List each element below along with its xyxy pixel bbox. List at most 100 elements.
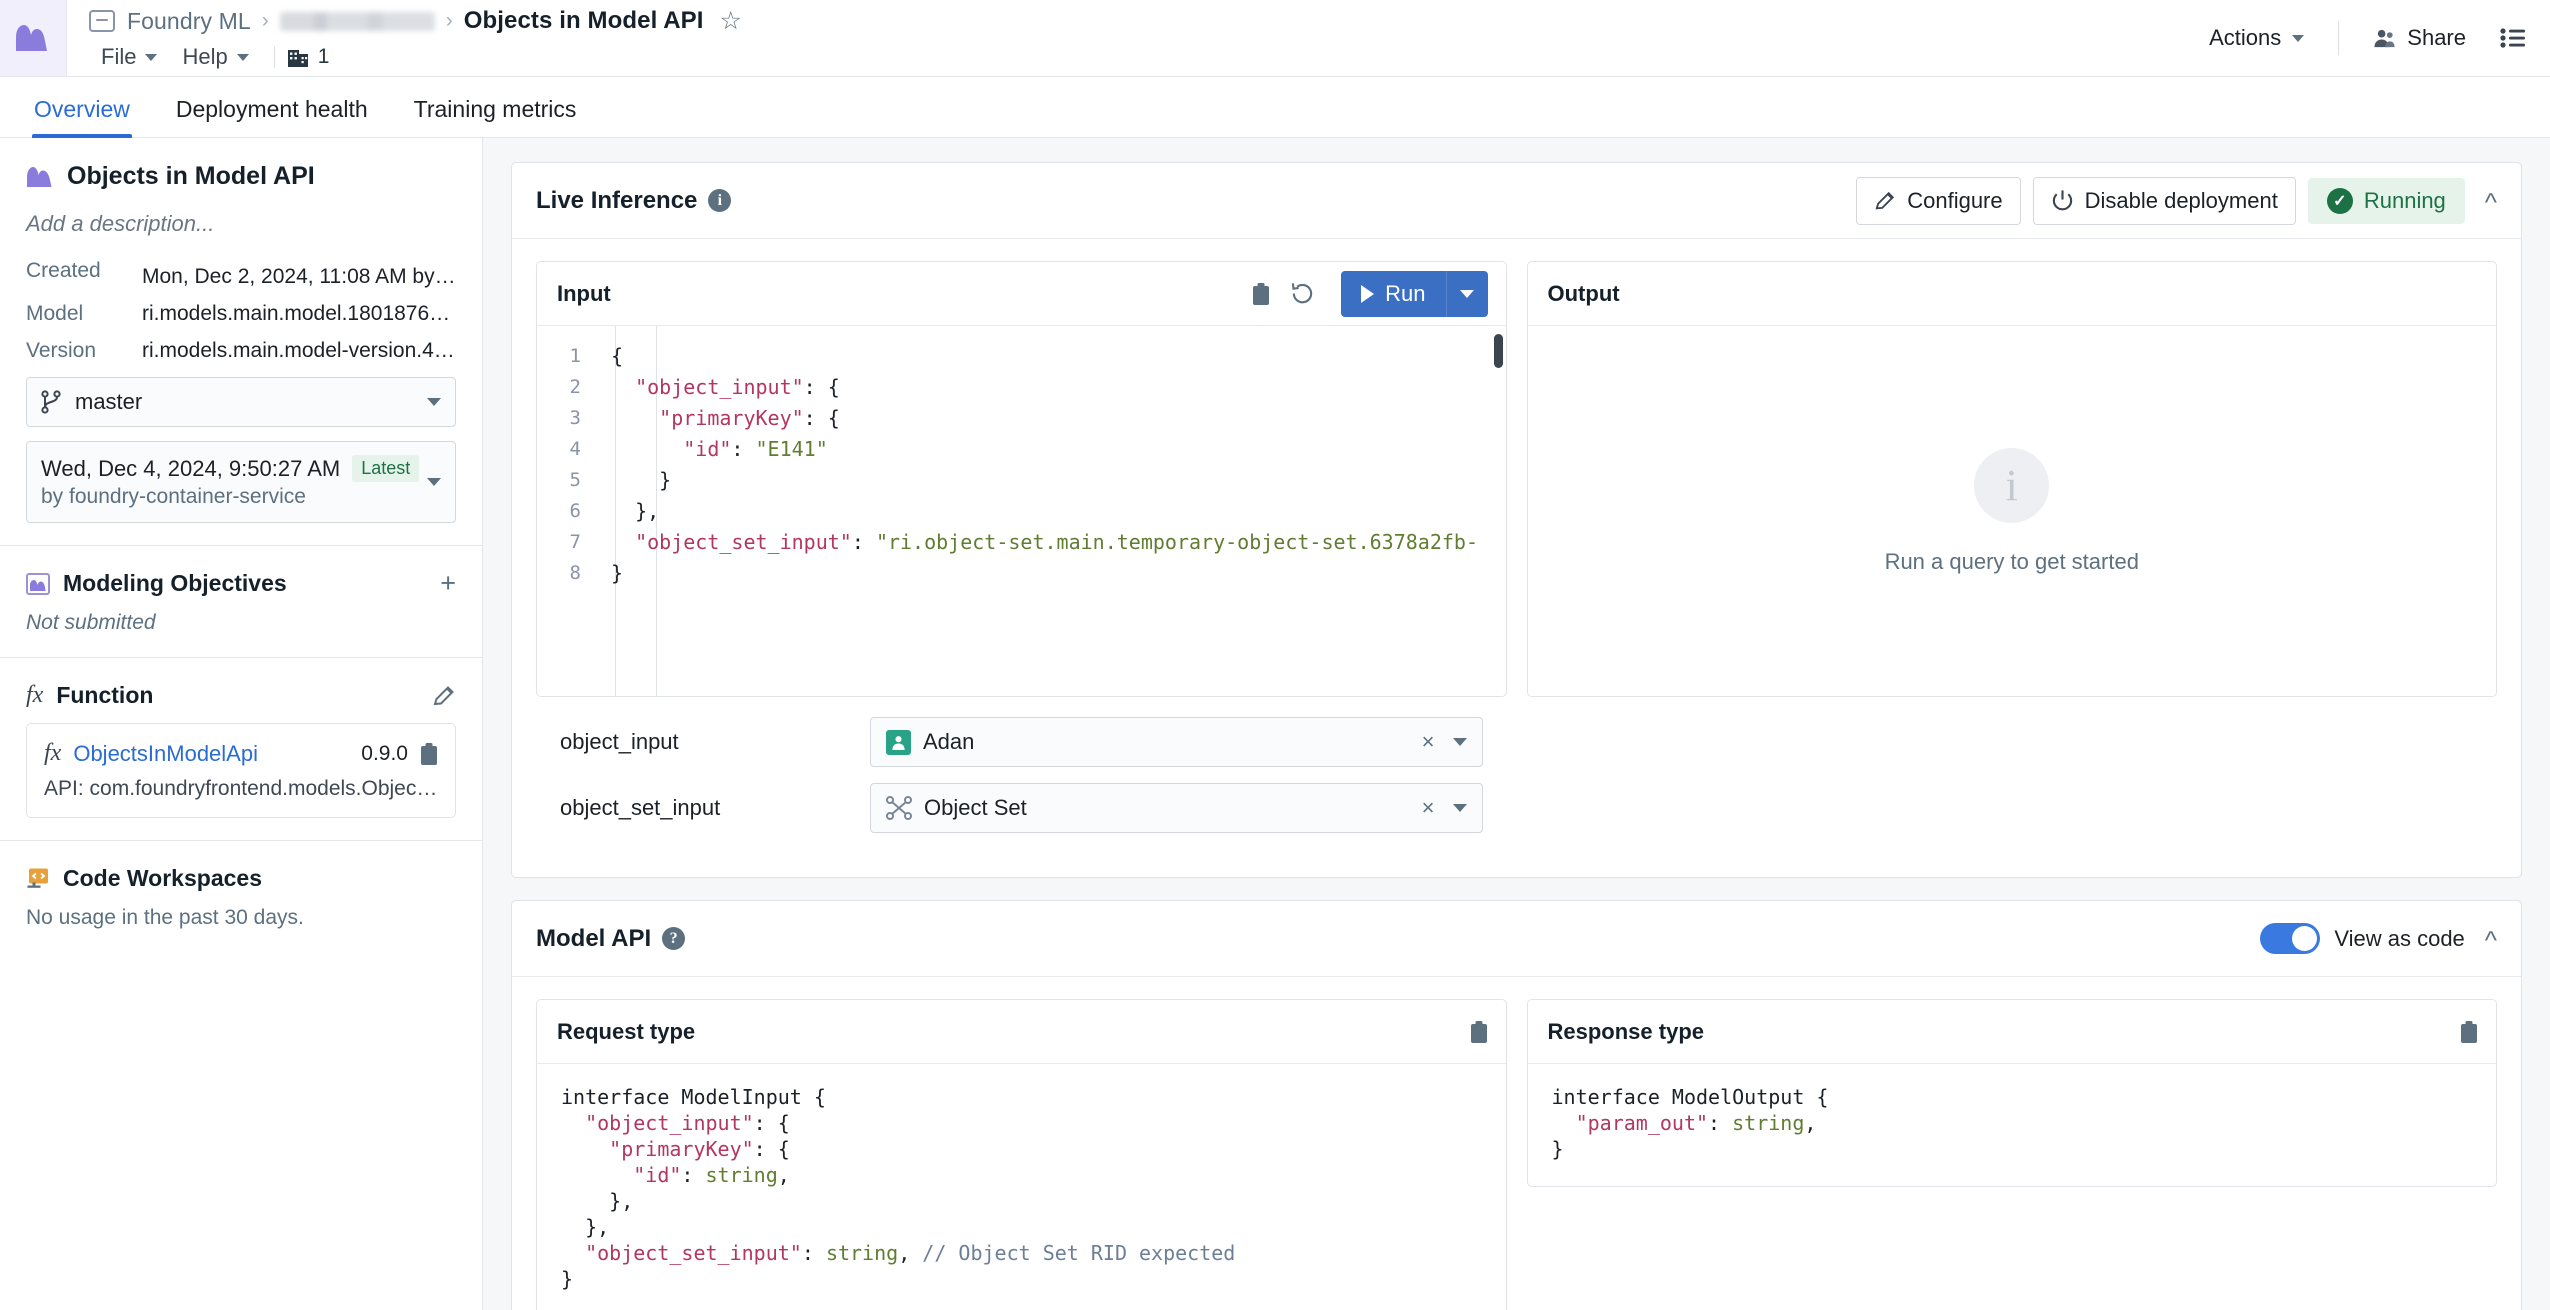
- output-empty-state: i Run a query to get started: [1528, 326, 2497, 696]
- clipboard-icon: [1470, 1020, 1487, 1043]
- power-icon: [2052, 190, 2072, 211]
- list-icon[interactable]: [2500, 27, 2526, 49]
- copy-response-type-button[interactable]: [2460, 1020, 2478, 1044]
- field-model-value: ri.models.main.model.18018768-ae9…: [142, 302, 456, 325]
- disable-deployment-button[interactable]: Disable deployment: [2032, 176, 2296, 225]
- pencil-icon[interactable]: [432, 684, 456, 708]
- model-api-title: Model API: [536, 924, 652, 952]
- clipboard-icon[interactable]: [420, 742, 438, 766]
- reset-icon: [1291, 283, 1313, 304]
- param-field-object-input[interactable]: Adan ×: [870, 717, 1483, 767]
- code-line: 3 "primaryKey": {: [537, 402, 1506, 433]
- chevron-up-icon[interactable]: ^: [2485, 189, 2497, 215]
- param-value-object-set-input: Object Set: [924, 795, 1027, 820]
- function-name-link[interactable]: ObjectsInModelApi: [73, 741, 349, 767]
- input-title: Input: [557, 280, 611, 306]
- play-icon: [1361, 284, 1375, 303]
- fx-icon: fx: [26, 682, 44, 708]
- disable-deployment-label: Disable deployment: [2084, 187, 2278, 213]
- run-button-group: Run: [1341, 270, 1488, 317]
- param-field-object-set-input[interactable]: Object Set ×: [870, 783, 1483, 833]
- person-glyph: [892, 735, 905, 750]
- menu-file[interactable]: File: [89, 41, 170, 73]
- actions-button[interactable]: Actions: [2193, 17, 2320, 59]
- sidebar-title-row: Objects in Model API: [26, 162, 456, 191]
- building-count-label: 1: [317, 45, 330, 68]
- input-column: Input Run 1 {2 "object_input": {3 "pri…: [536, 261, 1507, 853]
- version-author: by foundry-container-service: [41, 485, 306, 508]
- code-line: 8}: [537, 557, 1506, 588]
- status-badge[interactable]: ✓ Running: [2307, 177, 2465, 224]
- menu-help[interactable]: Help: [170, 41, 261, 73]
- clipboard-icon: [1253, 282, 1270, 305]
- line-number: 3: [569, 406, 581, 429]
- chevron-up-icon[interactable]: ^: [2485, 927, 2497, 953]
- add-modeling-objective-button[interactable]: +: [440, 570, 456, 597]
- inference-columns: Input Run 1 {2 "object_input": {3 "pri…: [536, 261, 2497, 853]
- app-logo[interactable]: [0, 0, 67, 76]
- field-version-key: Version: [26, 339, 97, 362]
- response-type-code: interface ModelOutput { "param_out": str…: [1528, 1064, 2497, 1186]
- copy-input-button[interactable]: [1252, 282, 1270, 306]
- run-button[interactable]: Run: [1341, 270, 1446, 317]
- line-number: 1: [569, 344, 581, 367]
- code-workspaces-status: No usage in the past 30 days.: [26, 906, 304, 929]
- fx-icon: fx: [44, 740, 62, 766]
- breadcrumb: Foundry ML › › Objects in Model API ☆: [89, 4, 2193, 38]
- breadcrumb-redacted-project[interactable]: [279, 11, 435, 31]
- input-code-editor[interactable]: 1{2 "object_input": {3 "primaryKey": {4 …: [537, 326, 1506, 696]
- version-selector[interactable]: Wed, Dec 4, 2024, 9:50:27 AM Latest by f…: [26, 441, 456, 523]
- code-text: }: [611, 560, 624, 585]
- function-title: Function: [56, 682, 154, 708]
- branch-selector-main: master: [41, 389, 427, 415]
- branch-selector[interactable]: master: [26, 377, 456, 427]
- request-type-code: interface ModelInput { "object_input": {…: [537, 1064, 1506, 1310]
- caret-down-icon: [427, 478, 441, 486]
- version-timestamp: Wed, Dec 4, 2024, 9:50:27 AM: [41, 455, 341, 481]
- configure-button[interactable]: Configure: [1856, 176, 2021, 225]
- topbar-right: Actions Share: [2193, 0, 2550, 76]
- organization-count[interactable]: 1: [287, 45, 330, 69]
- code-workspaces-section: Code Workspaces No usage in the past 30 …: [0, 841, 482, 952]
- tab-training-metrics[interactable]: Training metrics: [398, 96, 593, 137]
- foundry-mountain-icon: [27, 166, 52, 187]
- param-field-main: Object Set: [886, 795, 1422, 821]
- description-placeholder[interactable]: Add a description...: [26, 211, 456, 237]
- check-circle-icon: ✓: [2326, 187, 2353, 214]
- info-icon: i: [1974, 447, 2050, 523]
- caret-down-icon[interactable]: [1452, 738, 1467, 746]
- clear-object-input-button[interactable]: ×: [1422, 729, 1435, 755]
- copy-request-type-button[interactable]: [1470, 1020, 1488, 1044]
- run-options-button[interactable]: [1445, 270, 1488, 317]
- code-workspaces-icon: [27, 868, 48, 888]
- modeling-objectives-section: Modeling Objectives + Not submitted: [0, 546, 482, 657]
- tab-bar: Overview Deployment health Training metr…: [0, 77, 2550, 138]
- field-created-key: Created: [26, 259, 101, 282]
- share-button[interactable]: Share: [2357, 17, 2482, 59]
- output-pane: Output i Run a query to get started: [1526, 261, 2497, 697]
- line-number: 8: [569, 561, 581, 584]
- editor-scrollbar[interactable]: [1493, 334, 1503, 368]
- line-number: 4: [569, 437, 581, 460]
- request-type-header: Request type: [537, 1000, 1506, 1064]
- help-icon[interactable]: ?: [662, 927, 686, 950]
- clear-object-set-input-button[interactable]: ×: [1422, 795, 1435, 821]
- reset-input-button[interactable]: [1290, 281, 1315, 306]
- info-icon[interactable]: i: [708, 189, 732, 212]
- menu-divider: [273, 46, 275, 68]
- favorite-star-icon[interactable]: ☆: [720, 8, 742, 34]
- status-label: Running: [2363, 187, 2446, 213]
- param-label-object-input: object_input: [560, 729, 679, 754]
- caret-down-icon[interactable]: [1452, 804, 1467, 812]
- code-workspaces-title: Code Workspaces: [63, 865, 262, 891]
- breadcrumb-root[interactable]: Foundry ML: [127, 8, 251, 35]
- function-card[interactable]: fx ObjectsInModelApi 0.9.0 API: com.foun…: [26, 723, 456, 818]
- code-line: "id": string,: [633, 1163, 790, 1187]
- code-text: "object_input": {: [635, 374, 840, 399]
- modeling-objectives-title: Modeling Objectives: [63, 570, 287, 596]
- tab-overview[interactable]: Overview: [18, 96, 146, 138]
- view-as-code-toggle[interactable]: [2260, 923, 2321, 954]
- function-card-row: fx ObjectsInModelApi 0.9.0: [44, 740, 438, 767]
- tab-deployment-health[interactable]: Deployment health: [160, 96, 384, 137]
- modeling-objectives-status: Not submitted: [26, 611, 156, 634]
